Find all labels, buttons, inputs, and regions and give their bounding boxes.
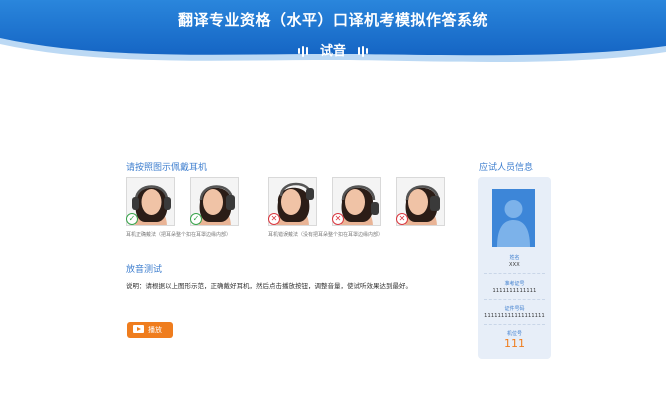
cert-id-label: 证件号码 (504, 306, 525, 312)
divider (484, 299, 545, 300)
check-icon: ✓ (126, 213, 138, 225)
app-title: 翻译专业资格（水平）口译机考模拟作答系统 (177, 11, 488, 29)
mode-indicator: 试音 (0, 40, 666, 59)
avatar (492, 189, 535, 247)
sound-bars-right-icon (357, 44, 369, 57)
divider (484, 324, 545, 325)
seat-label: 机位号 (506, 331, 522, 337)
correct-wearing-caption: 耳机正确戴法（把耳朵整个扣在耳罩边缘内部） (126, 232, 232, 238)
seat-value: 111 (504, 337, 525, 350)
play-button-label: 播放 (148, 326, 162, 334)
name-label: 姓名 (509, 255, 520, 261)
play-icon (133, 325, 144, 333)
mode-label: 试音 (319, 44, 346, 59)
name-value: XXX (509, 262, 520, 268)
exam-id-label: 准考证号 (504, 281, 525, 287)
exam-id-value: 1111111111111 (492, 288, 537, 294)
cert-id-value: 111111111111111111 (484, 313, 545, 319)
candidate-info-panel: 姓名 XXX 准考证号 1111111111111 证件号码 111111111… (478, 177, 551, 359)
play-button[interactable]: 播放 (127, 322, 173, 338)
cross-icon: ✕ (396, 213, 408, 225)
divider (484, 273, 545, 274)
sound-test-title: 放音测试 (126, 265, 163, 275)
headphones-title: 请按照图示佩戴耳机 (126, 163, 208, 173)
sound-bars-left-icon (297, 44, 309, 57)
sound-test-instruction: 说明：请根据以上图形示范，正确戴好耳机，然后点击播放按钮，调整音量，使试听效果达… (126, 282, 412, 290)
candidate-info-title: 应试人员信息 (479, 163, 534, 173)
header-banner: 翻译专业资格（水平）口译机考模拟作答系统 试音 (0, 0, 666, 70)
check-icon: ✓ (190, 213, 202, 225)
cross-icon: ✕ (332, 213, 344, 225)
cross-icon: ✕ (268, 213, 280, 225)
wrong-wearing-caption: 耳机错误戴法（没有把耳朵整个扣在耳罩边缘内部） (268, 232, 384, 238)
user-silhouette-icon (497, 200, 530, 247)
